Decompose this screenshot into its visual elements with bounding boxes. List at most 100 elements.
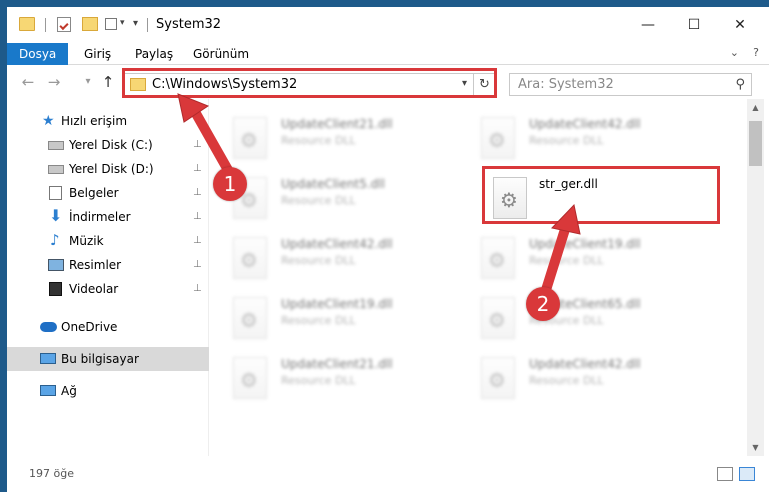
dll-file-icon bbox=[233, 237, 267, 279]
download-icon: ⬇ bbox=[49, 206, 63, 225]
chevron-down-icon[interactable]: ▾ bbox=[120, 18, 125, 28]
sidebar-item-onedrive[interactable]: OneDrive bbox=[7, 315, 209, 339]
sidebar-item-documents[interactable]: Belgeler ⊥ bbox=[7, 181, 209, 205]
file-type: Resource DLL bbox=[281, 314, 356, 327]
new-folder-icon[interactable] bbox=[82, 17, 98, 31]
file-type: Resource DLL bbox=[529, 374, 604, 387]
properties-icon[interactable] bbox=[57, 17, 71, 32]
pin-icon[interactable]: ⊥ bbox=[193, 229, 202, 253]
sidebar-item-label: Yerel Disk (C:) bbox=[69, 138, 153, 152]
forward-button[interactable]: → bbox=[45, 73, 63, 91]
drive-icon bbox=[48, 141, 64, 150]
file-item[interactable]: UpdateClient19.dll Resource DLL bbox=[217, 289, 457, 349]
vertical-scrollbar[interactable]: ▲ ▼ bbox=[747, 99, 764, 456]
scroll-down-button[interactable]: ▼ bbox=[747, 439, 764, 456]
file-item[interactable]: UpdateClient42.dll Resource DLL bbox=[217, 229, 457, 289]
sidebar-item-network[interactable]: Ağ bbox=[7, 379, 209, 403]
customize-toolbar-icon[interactable]: ▾ bbox=[133, 18, 138, 29]
scroll-thumb[interactable] bbox=[749, 121, 762, 166]
pin-icon[interactable]: ⊥ bbox=[193, 181, 202, 205]
sidebar-item-label: Videolar bbox=[69, 282, 119, 296]
drive-icon bbox=[48, 165, 64, 174]
help-icon[interactable]: ? bbox=[753, 46, 759, 59]
pin-icon[interactable]: ⊥ bbox=[193, 205, 202, 229]
dll-file-icon bbox=[481, 357, 515, 399]
sidebar-item-label: Yerel Disk (D:) bbox=[69, 162, 154, 176]
folder-icon bbox=[19, 17, 35, 31]
sidebar-item-downloads[interactable]: ⬇ İndirmeler ⊥ bbox=[7, 205, 209, 229]
scroll-up-button[interactable]: ▲ bbox=[747, 99, 764, 116]
tab-view[interactable]: Görünüm bbox=[181, 43, 261, 65]
file-type: Resource DLL bbox=[281, 194, 356, 207]
file-name: UpdateClient42.dll bbox=[529, 117, 641, 131]
tab-home[interactable]: Giriş bbox=[72, 43, 123, 65]
pin-icon[interactable]: ⊥ bbox=[193, 253, 202, 277]
recent-locations-button[interactable]: ▾ bbox=[79, 76, 97, 87]
music-icon: ♪ bbox=[50, 231, 60, 249]
dll-file-icon bbox=[233, 357, 267, 399]
close-button[interactable]: ✕ bbox=[717, 7, 763, 43]
cloud-icon bbox=[40, 322, 57, 332]
file-name: UpdateClient5.dll bbox=[281, 177, 385, 191]
sidebar-item-videos[interactable]: Videolar ⊥ bbox=[7, 277, 209, 301]
sidebar-item-label: Bu bilgisayar bbox=[61, 352, 139, 366]
step-2-badge: 2 bbox=[526, 287, 560, 321]
sidebar-item-label: Resimler bbox=[69, 258, 122, 272]
star-icon: ★ bbox=[42, 113, 55, 129]
search-icon[interactable]: ⚲ bbox=[735, 77, 745, 92]
sidebar-item-music[interactable]: ♪ Müzik ⊥ bbox=[7, 229, 209, 253]
toolbar-separator bbox=[147, 18, 148, 32]
minimize-button[interactable]: — bbox=[625, 7, 671, 43]
file-item[interactable]: UpdateClient42.dll Resource DLL bbox=[465, 349, 705, 409]
file-item[interactable]: UpdateClient21.dll Resource DLL bbox=[217, 349, 457, 409]
sidebar-item-local-disk-c[interactable]: Yerel Disk (C:) ⊥ bbox=[7, 133, 209, 157]
sidebar-item-quick-access[interactable]: ★ Hızlı erişim bbox=[7, 109, 209, 133]
dll-file-icon bbox=[481, 237, 515, 279]
file-item[interactable]: UpdateClient65.dll Resource DLL bbox=[465, 289, 705, 349]
search-box[interactable]: Ara: System32 ⚲ bbox=[509, 73, 752, 96]
dll-file-icon bbox=[233, 117, 267, 159]
details-view-button[interactable] bbox=[717, 467, 733, 481]
file-item[interactable]: UpdateClient5.dll Resource DLL bbox=[217, 169, 457, 229]
view-icon[interactable] bbox=[105, 18, 117, 30]
pin-icon[interactable]: ⊥ bbox=[193, 277, 202, 301]
large-icons-view-button[interactable] bbox=[739, 467, 755, 481]
expand-ribbon-icon[interactable]: ⌄ bbox=[730, 46, 739, 59]
title-bar: ▾ ▾ System32 — ☐ ✕ bbox=[7, 7, 769, 43]
file-name: UpdateClient42.dll bbox=[529, 357, 641, 371]
search-input[interactable]: Ara: System32 bbox=[518, 77, 614, 92]
navigation-pane: ★ Hızlı erişim Yerel Disk (C:) ⊥ Yerel D… bbox=[7, 99, 209, 456]
sidebar-item-pictures[interactable]: Resimler ⊥ bbox=[7, 253, 209, 277]
tab-file[interactable]: Dosya bbox=[7, 43, 69, 65]
dll-file-icon bbox=[481, 297, 515, 339]
file-type: Resource DLL bbox=[281, 374, 356, 387]
up-button[interactable]: ↑ bbox=[99, 73, 117, 91]
address-bar-highlight bbox=[122, 68, 497, 98]
network-icon bbox=[40, 385, 56, 396]
sidebar-item-label: Ağ bbox=[61, 384, 77, 398]
file-item[interactable]: UpdateClient42.dll Resource DLL bbox=[465, 109, 705, 169]
file-highlight bbox=[482, 166, 720, 224]
pin-icon[interactable]: ⊥ bbox=[193, 133, 202, 157]
window-title: System32 bbox=[156, 17, 222, 32]
sidebar-item-local-disk-d[interactable]: Yerel Disk (D:) ⊥ bbox=[7, 157, 209, 181]
ribbon-tabs: Dosya Giriş Paylaş Görünüm ⌄ ? bbox=[7, 43, 769, 65]
documents-icon bbox=[49, 186, 62, 200]
maximize-button[interactable]: ☐ bbox=[671, 7, 717, 43]
tab-share[interactable]: Paylaş bbox=[123, 43, 185, 65]
file-name: UpdateClient42.dll bbox=[281, 237, 393, 251]
back-button[interactable]: ← bbox=[19, 73, 37, 91]
sidebar-item-this-pc[interactable]: Bu bilgisayar bbox=[7, 347, 209, 371]
pin-icon[interactable]: ⊥ bbox=[193, 157, 202, 181]
file-item[interactable]: UpdateClient21.dll Resource DLL bbox=[217, 109, 457, 169]
file-name: UpdateClient19.dll bbox=[529, 237, 641, 251]
file-type: Resource DLL bbox=[529, 254, 604, 267]
videos-icon bbox=[49, 282, 62, 296]
sidebar-item-label: Belgeler bbox=[69, 186, 119, 200]
file-item[interactable]: UpdateClient19.dll Resource DLL bbox=[465, 229, 705, 289]
sidebar-item-label: Müzik bbox=[69, 234, 104, 248]
sidebar-item-label: OneDrive bbox=[61, 320, 118, 334]
file-list: UpdateClient21.dll Resource DLL UpdateCl… bbox=[217, 99, 747, 456]
status-bar: 197 öğe bbox=[7, 456, 769, 492]
computer-icon bbox=[40, 353, 56, 364]
